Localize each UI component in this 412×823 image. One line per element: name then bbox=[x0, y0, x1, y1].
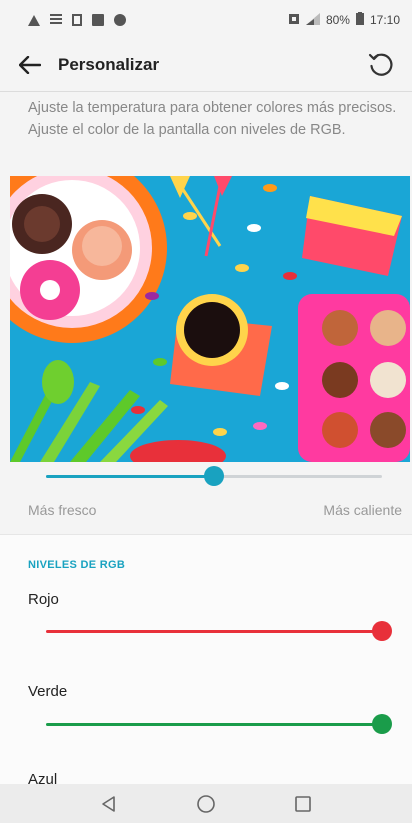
signal-icon bbox=[305, 12, 320, 28]
cooler-label: Más fresco bbox=[28, 502, 97, 518]
battery-icon bbox=[355, 12, 364, 28]
clock: 17:10 bbox=[369, 13, 400, 27]
rgb-section-header: NIVELES DE RGB bbox=[28, 559, 126, 571]
sim-icon bbox=[72, 14, 82, 26]
arrow-left-icon bbox=[19, 56, 41, 74]
temperature-control: Más fresco Más caliente bbox=[0, 463, 412, 533]
status-bar-right: 80% 17:10 bbox=[288, 12, 400, 28]
red-label: Rojo bbox=[28, 591, 59, 608]
circle-icon bbox=[114, 14, 126, 26]
temperature-track-fill bbox=[46, 475, 214, 478]
green-slider-track[interactable] bbox=[46, 723, 382, 726]
status-bar-left bbox=[28, 14, 126, 26]
red-slider-thumb[interactable] bbox=[372, 621, 392, 641]
green-label: Verde bbox=[28, 683, 68, 700]
description-text: Ajuste la temperatura para obtener color… bbox=[28, 100, 397, 138]
warning-icon bbox=[28, 14, 40, 26]
reset-icon bbox=[368, 53, 393, 76]
nav-home-button[interactable] bbox=[191, 789, 221, 819]
nav-recents-button[interactable] bbox=[288, 789, 318, 819]
battery-percent: 80% bbox=[325, 13, 350, 27]
preview-image bbox=[10, 176, 410, 462]
warmer-label: Más caliente bbox=[323, 502, 402, 518]
recents-square-icon bbox=[295, 795, 312, 812]
home-circle-icon bbox=[197, 794, 215, 813]
reset-button[interactable] bbox=[366, 50, 396, 80]
image-icon bbox=[92, 14, 104, 26]
red-slider-track[interactable] bbox=[46, 630, 382, 633]
app-bar-divider bbox=[0, 91, 412, 92]
page-title: Personalizar bbox=[58, 55, 160, 74]
app-bar: Personalizar bbox=[0, 40, 412, 90]
nfc-icon bbox=[288, 13, 300, 28]
list-icon bbox=[50, 14, 62, 26]
nav-back-button[interactable] bbox=[94, 789, 124, 819]
back-button[interactable] bbox=[16, 51, 44, 79]
green-slider-thumb[interactable] bbox=[372, 714, 392, 734]
temperature-slider-thumb[interactable] bbox=[204, 466, 224, 486]
status-bar: 80% 17:10 bbox=[0, 0, 412, 40]
navigation-bar bbox=[0, 784, 412, 823]
rgb-levels-section: NIVELES DE RGB Rojo Verde Azul bbox=[0, 534, 412, 788]
back-triangle-icon bbox=[101, 795, 115, 812]
